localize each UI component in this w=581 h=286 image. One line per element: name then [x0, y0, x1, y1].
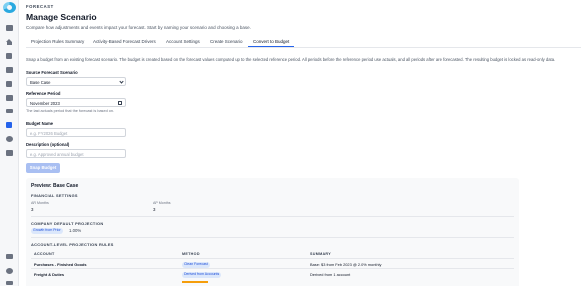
page-eyebrow: FORECAST [26, 4, 54, 9]
report-icon[interactable] [6, 122, 12, 128]
reference-period-value: November 2023 [30, 101, 60, 106]
file-icon[interactable] [6, 81, 12, 87]
app-logo-icon[interactable] [3, 2, 16, 13]
summary-cell: Derived from 1 account [310, 272, 351, 277]
tab-convert-to-budget[interactable]: Convert to Budget [253, 39, 289, 44]
page-subtitle: Compare how adjustments and events impac… [26, 25, 251, 30]
briefcase-icon[interactable] [6, 67, 13, 73]
transfer-icon[interactable] [6, 109, 13, 113]
account-rules-title: ACCOUNT-LEVEL PROJECTION RULES [31, 242, 114, 247]
tab-bar: Projection Rules Summary Activity-Based … [26, 35, 581, 48]
section-divider [31, 237, 514, 238]
wallet-icon[interactable] [6, 95, 13, 101]
column-header-summary: SUMMARY [310, 252, 332, 256]
gear-icon[interactable] [6, 136, 13, 142]
logout-icon[interactable] [6, 281, 13, 285]
ar-months-value: 3 [31, 207, 34, 212]
section-divider [31, 216, 514, 217]
method-badge: Derived from Accounts [182, 272, 222, 278]
description-input[interactable]: e.g. Approved annual budget [26, 149, 126, 158]
description-label: Description (optional) [26, 142, 70, 147]
financial-settings-title: FINANCIAL SETTINGS [31, 193, 78, 198]
row-divider [31, 268, 514, 269]
tab-projection-rules-summary[interactable]: Projection Rules Summary [31, 39, 84, 44]
page-title: Manage Scenario [26, 12, 97, 22]
active-tab-indicator [248, 46, 294, 48]
calculator-icon[interactable] [6, 150, 13, 156]
highlight-bar [182, 281, 208, 283]
source-scenario-label: Source Forecast Scenario [26, 70, 78, 75]
tab-account-settings[interactable]: Account Settings [166, 39, 200, 44]
sidebar [0, 0, 19, 286]
settings-icon[interactable] [6, 268, 13, 274]
document-icon[interactable] [6, 53, 12, 59]
method-badge: Clean Forecast [182, 262, 210, 268]
preview-title: Preview: Base Case [31, 183, 79, 189]
budget-name-input[interactable]: e.g. FY2026 Budget [26, 128, 126, 137]
reference-period-label: Reference Period [26, 91, 61, 96]
calculator-icon[interactable] [6, 25, 13, 31]
account-cell: Purchases - Finished Goods [34, 262, 87, 267]
source-scenario-select[interactable]: Base Case [26, 77, 126, 86]
ap-months-label: AP Months [153, 201, 171, 205]
preview-card: Preview: Base Case FINANCIAL SETTINGS AR… [26, 178, 519, 286]
reference-period-note: The last actuals period that the forecas… [26, 109, 115, 113]
tab-create-scenario[interactable]: Create Scenario [210, 39, 243, 44]
hierarchy-icon[interactable] [6, 254, 13, 259]
column-header-account: ACCOUNT [34, 252, 55, 256]
account-cell: Freight & Duties [34, 272, 65, 277]
company-method-badge: Growth from Prior [31, 228, 63, 234]
source-scenario-value: Base Case [30, 80, 51, 85]
company-default-projection-title: COMPANY DEFAULT PROJECTION [31, 221, 104, 226]
convert-helper-text: Snap a budget from an existing forecast … [26, 57, 556, 62]
company-rate: 1.00% [69, 228, 82, 233]
ap-months-value: 3 [153, 207, 156, 212]
ar-months-label: AR Months [31, 201, 49, 205]
reference-period-input[interactable]: November 2023 [26, 98, 126, 107]
calendar-icon[interactable] [118, 100, 122, 105]
home-icon[interactable] [6, 39, 13, 45]
chevron-down-icon [119, 79, 124, 84]
table-header-divider [31, 258, 514, 259]
column-header-method: METHOD [182, 252, 200, 256]
snap-budget-button[interactable]: Snap Budget [26, 163, 60, 173]
budget-name-label: Budget Name [26, 121, 53, 126]
summary-cell: Base: $3 from Feb 2023 @ 2.0% monthly [310, 262, 382, 267]
tab-activity-based-forecast-drivers[interactable]: Activity-Based Forecast Drivers [93, 39, 156, 44]
